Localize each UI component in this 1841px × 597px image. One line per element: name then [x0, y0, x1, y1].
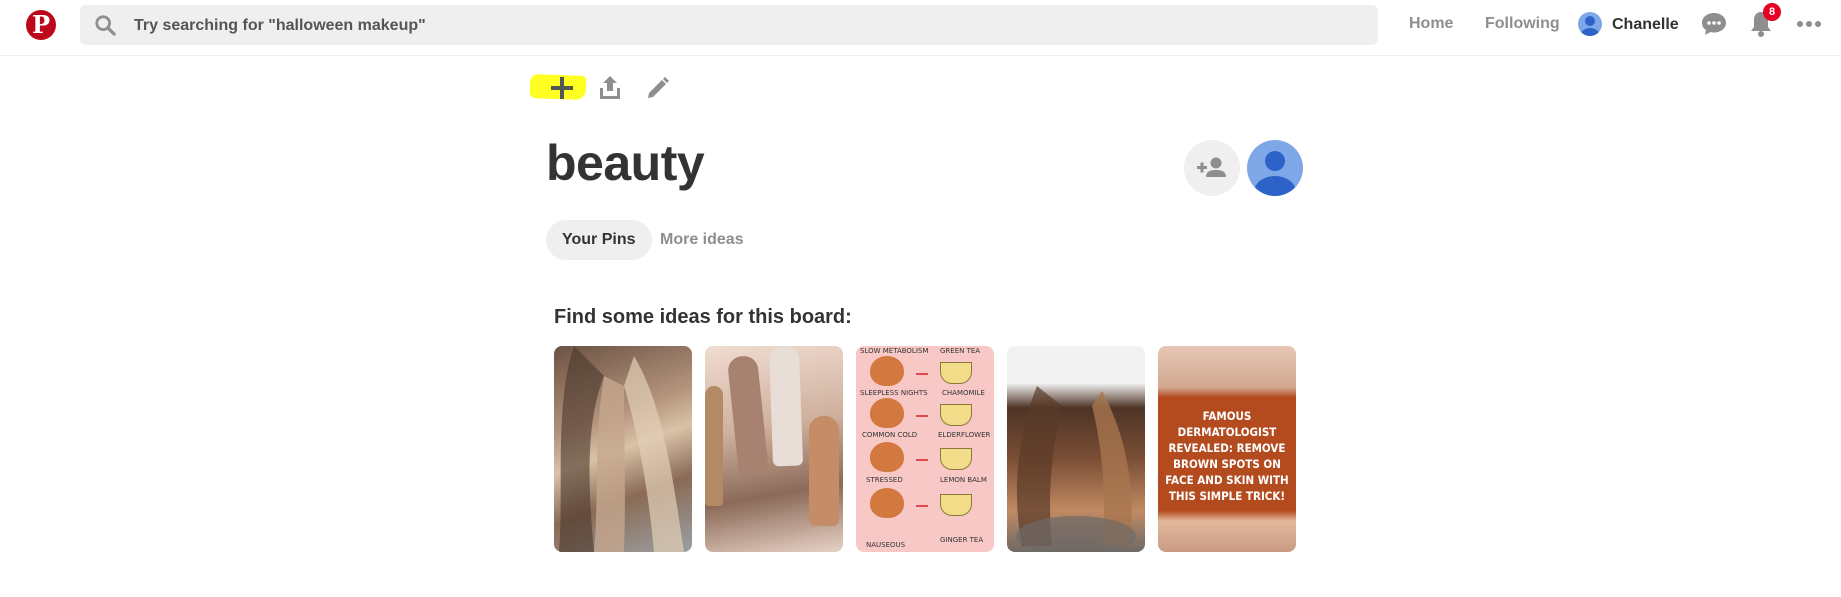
- arrow-icon: [916, 373, 928, 375]
- edit-pencil-icon[interactable]: [642, 72, 674, 104]
- tea-chart-label: CHAMOMILE: [942, 389, 985, 397]
- arrow-icon: [916, 505, 928, 507]
- face-illustration: [870, 398, 904, 428]
- ideas-heading: Find some ideas for this board:: [554, 306, 852, 328]
- face-illustration: [870, 442, 904, 472]
- tea-cup-illustration: [940, 404, 972, 426]
- idea-pin-dermatologist-ad[interactable]: FAMOUS DERMATOLOGIST REVEALED: REMOVE BR…: [1158, 346, 1296, 552]
- tea-cup-illustration: [940, 448, 972, 470]
- tab-your-pins[interactable]: Your Pins: [546, 220, 652, 260]
- tea-chart-label: GREEN TEA: [940, 347, 981, 355]
- board-title: beauty: [546, 135, 705, 191]
- hair-image: [1016, 386, 1136, 552]
- tea-chart-label: COMMON COLD: [862, 431, 918, 439]
- tea-chart-label: SLEEPLESS NIGHTS: [860, 389, 928, 397]
- user-silhouette-icon: [1580, 16, 1600, 36]
- tea-chart-label: STRESSED: [866, 476, 903, 484]
- tea-chart-label: GINGER TEA: [940, 536, 984, 544]
- notifications-badge: 8: [1763, 3, 1781, 21]
- nail-shape: [705, 386, 723, 506]
- tea-chart-label: ELDERFLOWER: [938, 431, 991, 439]
- nav-following-link[interactable]: Following: [1485, 15, 1560, 33]
- hair-image: [559, 346, 684, 552]
- tea-cup-illustration: [940, 494, 972, 516]
- idea-pin-nails[interactable]: [705, 346, 843, 552]
- more-options-icon[interactable]: [1793, 8, 1825, 40]
- invite-collaborator-button[interactable]: [1184, 140, 1240, 196]
- tab-more-ideas[interactable]: More ideas: [644, 220, 760, 260]
- idea-pin-balayage-hair[interactable]: [554, 346, 692, 552]
- idea-pin-tea-chart[interactable]: SLOW METABOLISM GREEN TEA SLEEPLESS NIGH…: [856, 346, 994, 552]
- arrow-icon: [916, 415, 928, 417]
- share-upload-icon[interactable]: [594, 72, 626, 104]
- nail-shape: [809, 416, 839, 526]
- messages-icon[interactable]: [1698, 8, 1730, 40]
- pinterest-logo-icon[interactable]: P: [26, 10, 56, 40]
- user-name: Chanelle: [1612, 16, 1679, 33]
- search-bar[interactable]: [80, 5, 1378, 47]
- board-owner-avatar[interactable]: [1247, 140, 1303, 196]
- user-avatar: [1578, 12, 1602, 36]
- tea-cup-illustration: [940, 362, 972, 384]
- tea-chart-label: NAUSEOUS: [866, 541, 906, 549]
- arrow-icon: [916, 459, 928, 461]
- top-nav-bar: P Home Following Chanelle 8: [0, 0, 1841, 56]
- face-illustration: [870, 356, 904, 386]
- user-silhouette-icon: [1254, 151, 1296, 196]
- add-person-icon: [1197, 157, 1226, 177]
- nav-home-link[interactable]: Home: [1409, 15, 1453, 33]
- face-illustration: [870, 488, 904, 518]
- add-pin-plus-icon[interactable]: [546, 72, 578, 104]
- nail-shape: [768, 346, 804, 467]
- search-input[interactable]: [132, 5, 1356, 47]
- nail-shape: [726, 354, 770, 478]
- idea-pin-brunette-hair[interactable]: [1007, 346, 1145, 552]
- tea-chart-label: LEMON BALM: [940, 476, 987, 484]
- search-icon: [95, 15, 116, 36]
- tea-chart-label: SLOW METABOLISM: [860, 347, 929, 355]
- pin-caption: FAMOUS DERMATOLOGIST REVEALED: REMOVE BR…: [1165, 409, 1289, 503]
